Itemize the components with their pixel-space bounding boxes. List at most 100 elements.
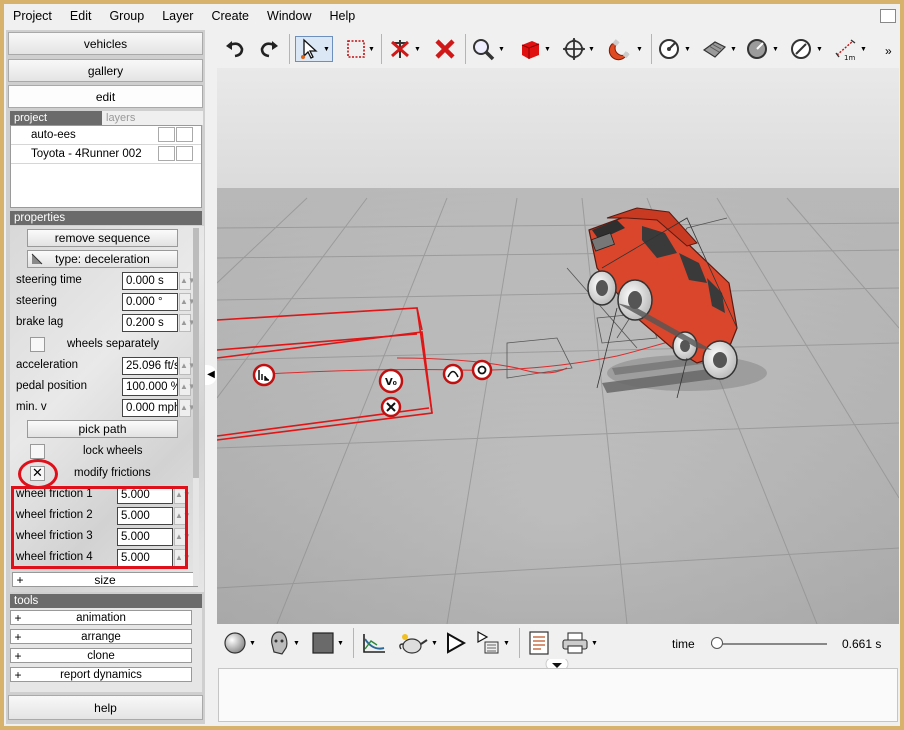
dropdown-arrow-icon[interactable]: ▼ (544, 46, 551, 53)
marker-v0[interactable]: V₀ (378, 368, 404, 394)
marquee-icon[interactable]: ▼ (345, 36, 375, 62)
tool-clone[interactable]: + clone (10, 648, 192, 663)
scene-canvas: V₀ (217, 188, 899, 624)
dropdown-arrow-icon[interactable]: ▼ (414, 46, 421, 53)
maximize-icon[interactable] (880, 9, 896, 23)
remove-sequence-button[interactable]: remove sequence (27, 229, 178, 247)
tab-project[interactable]: project (10, 111, 102, 125)
dropdown-arrow-icon[interactable]: ▼ (498, 46, 505, 53)
head-icon[interactable]: ▼ (267, 630, 300, 656)
spinner[interactable]: ▲▼ (179, 378, 196, 396)
properties-scroll-thumb[interactable] (193, 228, 199, 478)
marker-braking[interactable] (252, 363, 276, 387)
size-section[interactable]: + size (12, 572, 198, 587)
list-item[interactable]: auto-ees (11, 126, 201, 145)
expand-icon: + (14, 667, 22, 682)
dropdown-arrow-icon[interactable]: ▼ (591, 640, 598, 647)
dropdown-arrow-icon[interactable]: ▼ (816, 46, 823, 53)
acceleration-input[interactable]: 25.096 ft/s (122, 357, 178, 375)
dropdown-arrow-icon[interactable]: ▼ (368, 46, 375, 53)
measure-icon[interactable]: 1m ▼ (833, 36, 867, 62)
wheels-separately-checkbox[interactable] (30, 337, 45, 352)
spinner[interactable]: ▲▼ (179, 357, 196, 375)
spinner[interactable]: ▲▼ (179, 399, 196, 417)
menu-layer[interactable]: Layer (153, 4, 202, 28)
steering-time-input[interactable]: 0.000 s (122, 272, 178, 290)
visibility-toggle[interactable] (158, 146, 175, 161)
dropdown-arrow-icon[interactable]: ▼ (431, 640, 438, 647)
dropdown-arrow-icon[interactable]: ▼ (503, 640, 510, 647)
help-button[interactable]: help (8, 695, 203, 720)
printer-icon[interactable]: ▼ (561, 630, 598, 656)
lock-wheels-checkbox[interactable] (30, 444, 45, 459)
select-arrow-icon[interactable]: ▼ (295, 36, 333, 62)
zoom-icon[interactable]: ▼ (471, 36, 505, 62)
render-icon[interactable]: ▼ (475, 630, 510, 656)
tool-report-dynamics[interactable]: + report dynamics (10, 667, 192, 682)
time-label: time (672, 637, 695, 651)
menu-window[interactable]: Window (258, 4, 320, 28)
teapot-icon[interactable]: ▼ (397, 630, 438, 656)
visibility-toggle[interactable] (158, 127, 175, 142)
dropdown-arrow-icon[interactable]: ▼ (730, 46, 737, 53)
edit-button[interactable]: edit (8, 85, 203, 108)
cube-icon[interactable]: ▼ (517, 36, 551, 62)
list-item[interactable]: Toyota - 4Runner 002 (11, 145, 201, 164)
undo-icon[interactable] (223, 36, 247, 62)
spinner[interactable]: ▲▼ (179, 272, 196, 290)
play-icon[interactable] (443, 630, 467, 656)
time-slider[interactable] (711, 643, 827, 645)
sphere-icon[interactable]: ▼ (223, 630, 256, 656)
dropdown-arrow-icon[interactable]: ▼ (249, 640, 256, 647)
properties-header: properties (10, 211, 202, 225)
pick-path-button[interactable]: pick path (27, 420, 178, 438)
toolbar-overflow-icon[interactable]: » (885, 38, 892, 64)
dropdown-arrow-icon[interactable]: ▼ (337, 640, 344, 647)
menu-create[interactable]: Create (202, 4, 258, 28)
delete-pin-icon[interactable]: ▼ (387, 36, 421, 62)
spinner[interactable]: ▲▼ (179, 293, 196, 311)
vehicles-button[interactable]: vehicles (8, 32, 203, 55)
steering-input[interactable]: 0.000 ° (122, 293, 178, 311)
marker-target[interactable] (471, 359, 493, 381)
tool-arrange[interactable]: + arrange (10, 629, 192, 644)
magnet-icon[interactable]: ▼ (607, 36, 643, 62)
marker-curve[interactable] (442, 363, 464, 385)
delete-x-icon[interactable] (433, 36, 457, 62)
tools-header: tools (10, 594, 202, 608)
move-icon[interactable]: ▼ (561, 36, 595, 62)
lock-toggle[interactable] (176, 146, 193, 161)
menu-edit[interactable]: Edit (61, 4, 101, 28)
dropdown-arrow-icon[interactable]: ▼ (636, 46, 643, 53)
compass-icon[interactable]: ▼ (789, 36, 823, 62)
dropdown-arrow-icon[interactable]: ▼ (293, 640, 300, 647)
marker-close[interactable] (380, 396, 402, 418)
menu-help[interactable]: Help (320, 4, 364, 28)
lock-toggle[interactable] (176, 127, 193, 142)
dropdown-arrow-icon[interactable]: ▼ (323, 46, 330, 53)
dropdown-arrow-icon[interactable]: ▼ (588, 46, 595, 53)
dropdown-arrow-icon[interactable]: ▼ (684, 46, 691, 53)
type-button[interactable]: type: deceleration (27, 250, 178, 268)
dropdown-arrow-icon[interactable]: ▼ (772, 46, 779, 53)
pedal-position-input[interactable]: 100.000 % (122, 378, 178, 396)
collapse-panel-icon[interactable]: ◀ (205, 365, 217, 385)
surface-icon[interactable]: ▼ (701, 36, 737, 62)
menu-group[interactable]: Group (100, 4, 153, 28)
dropdown-arrow-icon[interactable]: ▼ (860, 46, 867, 53)
gauge-icon[interactable]: ▼ (657, 36, 691, 62)
menu-project[interactable]: Project (4, 4, 61, 28)
notes-icon[interactable] (527, 630, 551, 656)
color-swatch-icon[interactable]: ▼ (311, 630, 344, 656)
brake-lag-input[interactable]: 0.200 s (122, 314, 178, 332)
dial-icon[interactable]: ▼ (745, 36, 779, 62)
time-slider-thumb[interactable] (710, 637, 723, 649)
graph-icon[interactable] (361, 630, 387, 656)
gallery-button[interactable]: gallery (8, 59, 203, 82)
3d-viewport[interactable]: V₀ (217, 68, 899, 624)
redo-icon[interactable] (257, 36, 281, 62)
min-v-input[interactable]: 0.000 mph (122, 399, 178, 417)
tool-animation[interactable]: + animation (10, 610, 192, 625)
spinner[interactable]: ▲▼ (179, 314, 196, 332)
tab-layers[interactable]: layers (102, 111, 203, 125)
